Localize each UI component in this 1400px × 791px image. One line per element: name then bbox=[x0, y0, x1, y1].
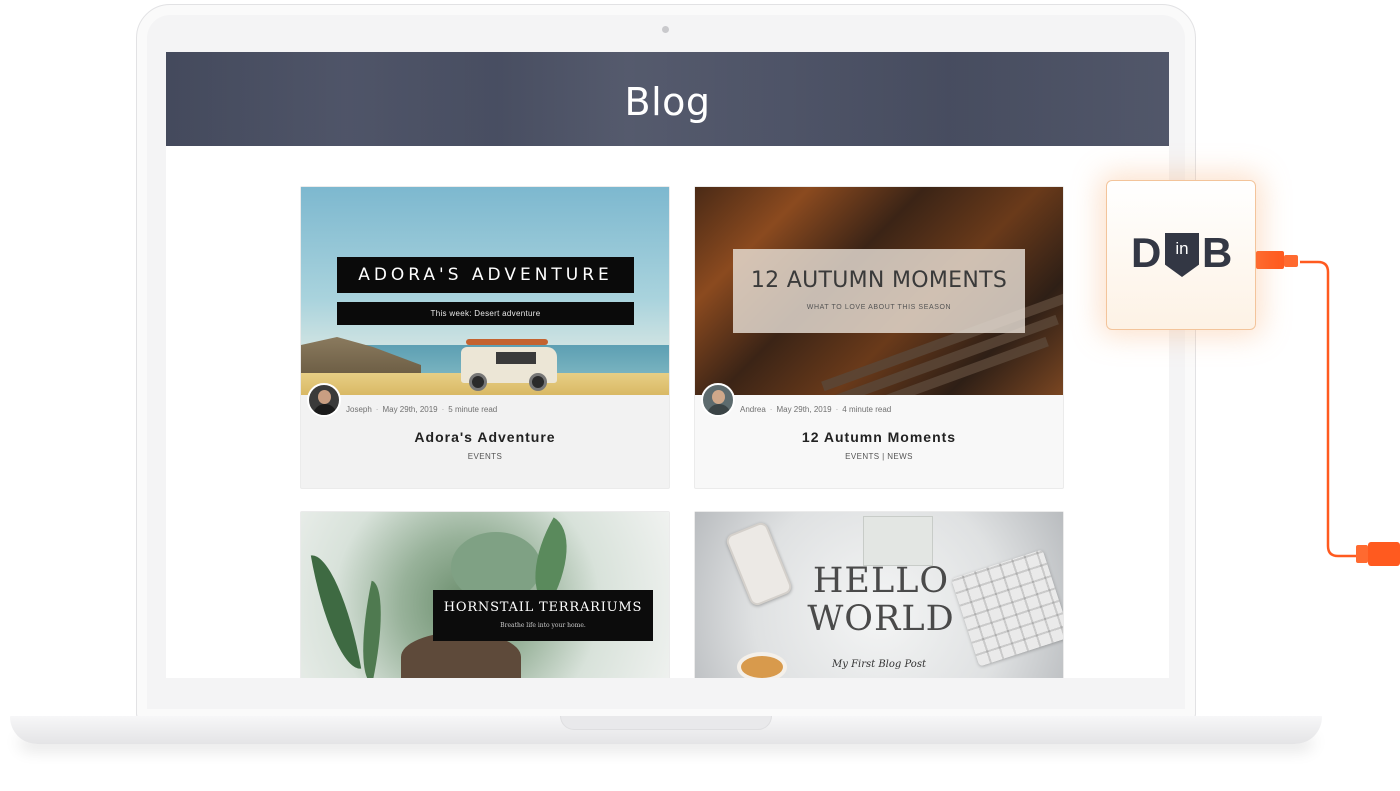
dinb-logo-icon: D in B bbox=[1106, 180, 1256, 330]
badge-letter-b: B bbox=[1202, 229, 1233, 276]
usb-cable bbox=[1256, 251, 1400, 566]
usb-connector-icon bbox=[1256, 251, 1284, 269]
badge-letter-d: D bbox=[1131, 229, 1162, 276]
badge-letter-in: in bbox=[1175, 239, 1189, 258]
